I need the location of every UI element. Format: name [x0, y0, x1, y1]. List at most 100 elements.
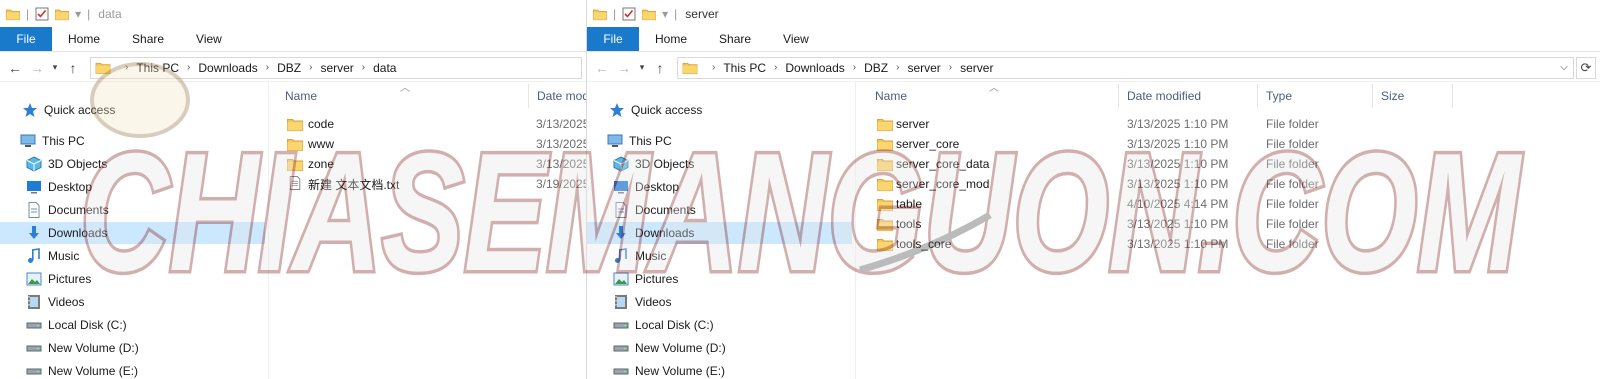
- file-name: tools_core: [896, 237, 952, 251]
- nav-this-pc[interactable]: This PC: [20, 130, 85, 152]
- nav-label: Documents: [635, 203, 696, 217]
- file-row[interactable]: table 4/10/2025 4:14 PM File folder: [857, 194, 1600, 214]
- column-header-type[interactable]: Type: [1258, 84, 1373, 108]
- pane-divider[interactable]: [855, 82, 856, 379]
- back-arrow-icon[interactable]: ←: [591, 60, 613, 76]
- up-arrow-icon[interactable]: ↑: [649, 60, 671, 76]
- nav-local-disk-c[interactable]: Local Disk (C:): [26, 314, 127, 336]
- nav-new-volume-d[interactable]: New Volume (D:): [26, 337, 139, 359]
- new-folder-icon[interactable]: [642, 7, 656, 21]
- customize-toolbar-icon[interactable]: ▾: [662, 7, 668, 21]
- tab-share[interactable]: Share: [703, 27, 767, 51]
- new-folder-icon[interactable]: [55, 7, 69, 21]
- chevron-right-icon[interactable]: ›: [266, 62, 269, 73]
- back-arrow-icon[interactable]: ←: [4, 60, 26, 76]
- breadcrumb-server[interactable]: server: [907, 61, 940, 75]
- file-row[interactable]: code 3/13/2025: [270, 114, 586, 134]
- column-header-date[interactable]: Date modified: [1119, 84, 1258, 108]
- file-row[interactable]: server_core_mod 3/13/2025 1:10 PM File f…: [857, 174, 1600, 194]
- chevron-right-icon[interactable]: ›: [774, 62, 777, 73]
- file-row[interactable]: server_core_data 3/13/2025 1:10 PM File …: [857, 154, 1600, 174]
- chevron-right-icon[interactable]: ›: [712, 62, 715, 73]
- nav-pictures[interactable]: Pictures: [613, 268, 678, 290]
- recent-locations-icon[interactable]: ▾: [48, 62, 62, 73]
- nav-videos[interactable]: Videos: [613, 291, 671, 313]
- nav-local-disk-c[interactable]: Local Disk (C:): [613, 314, 714, 336]
- refresh-icon[interactable]: ⟳: [1576, 56, 1596, 79]
- nav-new-volume-e[interactable]: New Volume (E:): [26, 360, 138, 379]
- chevron-down-icon[interactable]: ⌵: [1555, 62, 1573, 73]
- tab-file[interactable]: File: [587, 27, 639, 51]
- nav-quick-access[interactable]: Quick access: [609, 99, 702, 121]
- file-type: File folder: [1266, 157, 1319, 171]
- breadcrumb-downloads[interactable]: Downloads: [785, 61, 844, 75]
- nav-documents[interactable]: Documents: [26, 199, 109, 221]
- column-header-name[interactable]: Name: [277, 84, 529, 108]
- nav-3d-objects[interactable]: 3D Objects: [26, 153, 107, 175]
- nav-music[interactable]: Music: [26, 245, 79, 267]
- tab-view[interactable]: View: [180, 27, 238, 51]
- breadcrumb-this-pc[interactable]: This PC: [723, 61, 766, 75]
- computer-icon: [20, 133, 36, 149]
- chevron-right-icon[interactable]: ›: [362, 62, 365, 73]
- recent-locations-icon[interactable]: ▾: [635, 62, 649, 73]
- breadcrumb-data[interactable]: data: [373, 61, 396, 75]
- chevron-right-icon[interactable]: ›: [309, 62, 312, 73]
- file-type: File folder: [1266, 117, 1319, 131]
- chevron-right-icon[interactable]: ›: [853, 62, 856, 73]
- nav-music[interactable]: Music: [613, 245, 666, 267]
- forward-arrow-icon[interactable]: →: [26, 60, 48, 76]
- up-arrow-icon[interactable]: ↑: [62, 60, 84, 76]
- nav-downloads[interactable]: Downloads: [587, 222, 852, 244]
- pane-divider[interactable]: [268, 82, 269, 379]
- chevron-right-icon[interactable]: ›: [949, 62, 952, 73]
- chevron-right-icon[interactable]: ›: [125, 62, 128, 73]
- breadcrumb-server-current[interactable]: server: [960, 61, 993, 75]
- nav-label: This PC: [629, 134, 672, 148]
- nav-videos[interactable]: Videos: [26, 291, 84, 313]
- nav-new-volume-d[interactable]: New Volume (D:): [613, 337, 726, 359]
- column-header-size[interactable]: Size: [1373, 84, 1453, 108]
- tab-share[interactable]: Share: [116, 27, 180, 51]
- properties-icon[interactable]: [622, 7, 636, 21]
- tab-home[interactable]: Home: [52, 27, 116, 51]
- breadcrumb-server[interactable]: server: [320, 61, 353, 75]
- nav-desktop[interactable]: Desktop: [26, 176, 92, 198]
- nav-pictures[interactable]: Pictures: [26, 268, 91, 290]
- nav-this-pc[interactable]: This PC: [607, 130, 672, 152]
- column-header-name[interactable]: Name: [867, 84, 1119, 108]
- file-row[interactable]: tools_core 3/13/2025 1:10 PM File folder: [857, 234, 1600, 254]
- nav-new-volume-e[interactable]: New Volume (E:): [613, 360, 725, 379]
- address-bar[interactable]: › This PC › Downloads › DBZ › server › s…: [677, 56, 1574, 79]
- address-bar[interactable]: › This PC › Downloads › DBZ › server › d…: [90, 56, 582, 79]
- breadcrumb-downloads[interactable]: Downloads: [198, 61, 257, 75]
- tab-home[interactable]: Home: [639, 27, 703, 51]
- nav-3d-objects[interactable]: 3D Objects: [613, 153, 694, 175]
- file-row[interactable]: server_core 3/13/2025 1:10 PM File folde…: [857, 134, 1600, 154]
- breadcrumb-dbz[interactable]: DBZ: [864, 61, 888, 75]
- file-row[interactable]: zone 3/13/2025: [270, 154, 586, 174]
- nav-desktop[interactable]: Desktop: [613, 176, 679, 198]
- forward-arrow-icon[interactable]: →: [613, 60, 635, 76]
- nav-documents[interactable]: Documents: [613, 199, 696, 221]
- column-header-date[interactable]: Date mod: [529, 84, 586, 108]
- chevron-right-icon[interactable]: ›: [187, 62, 190, 73]
- file-row[interactable]: server 3/13/2025 1:10 PM File folder: [857, 114, 1600, 134]
- nav-label: Music: [635, 249, 667, 263]
- file-row[interactable]: tools 3/13/2025 1:10 PM File folder: [857, 214, 1600, 234]
- explorer-body: Quick access This PC 3D Objects Desktop …: [0, 82, 586, 379]
- tab-file[interactable]: File: [0, 27, 52, 51]
- folder-icon[interactable]: [6, 7, 20, 21]
- customize-toolbar-icon[interactable]: ▾: [75, 7, 81, 21]
- nav-downloads[interactable]: Downloads: [0, 222, 265, 244]
- file-type: File folder: [1266, 197, 1319, 211]
- properties-icon[interactable]: [35, 7, 49, 21]
- file-row[interactable]: 新建 文本文档.txt 3/19/2025: [270, 174, 586, 194]
- tab-view[interactable]: View: [767, 27, 825, 51]
- chevron-right-icon[interactable]: ›: [896, 62, 899, 73]
- breadcrumb-this-pc[interactable]: This PC: [136, 61, 179, 75]
- file-row[interactable]: www 3/13/2025: [270, 134, 586, 154]
- nav-quick-access[interactable]: Quick access: [22, 99, 115, 121]
- folder-icon[interactable]: [593, 7, 607, 21]
- breadcrumb-dbz[interactable]: DBZ: [277, 61, 301, 75]
